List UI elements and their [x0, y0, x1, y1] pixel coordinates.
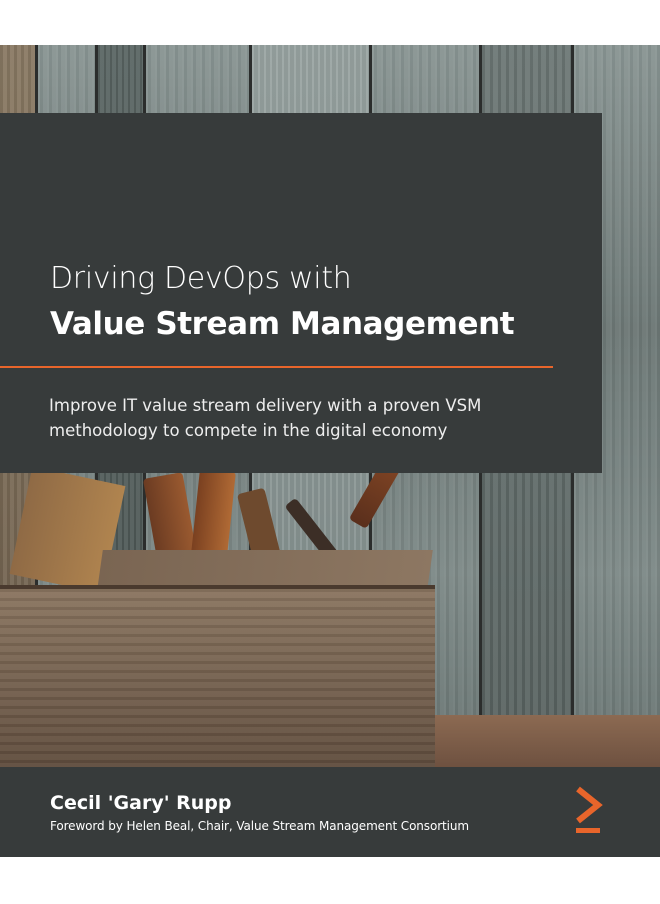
publisher-chevron-logo-icon: [576, 786, 603, 833]
book-cover: Driving DevOps with Value Stream Managem…: [0, 45, 660, 857]
book-title-line2: Value Stream Management: [50, 306, 515, 342]
toolbox-back-edge: [97, 550, 433, 590]
book-title-line1: Driving DevOps with: [50, 261, 352, 296]
wooden-floor: [430, 715, 660, 767]
author-bar: Cecil 'Gary' Rupp Foreword by Helen Beal…: [0, 767, 660, 857]
foreword-credit: Foreword by Helen Beal, Chair, Value Str…: [50, 819, 469, 833]
wooden-toolbox: [0, 585, 435, 771]
title-panel: Driving DevOps with Value Stream Managem…: [0, 113, 602, 473]
title-divider: [0, 366, 553, 368]
author-name: Cecil 'Gary' Rupp: [50, 792, 232, 814]
book-subtitle: Improve IT value stream delivery with a …: [49, 396, 482, 440]
